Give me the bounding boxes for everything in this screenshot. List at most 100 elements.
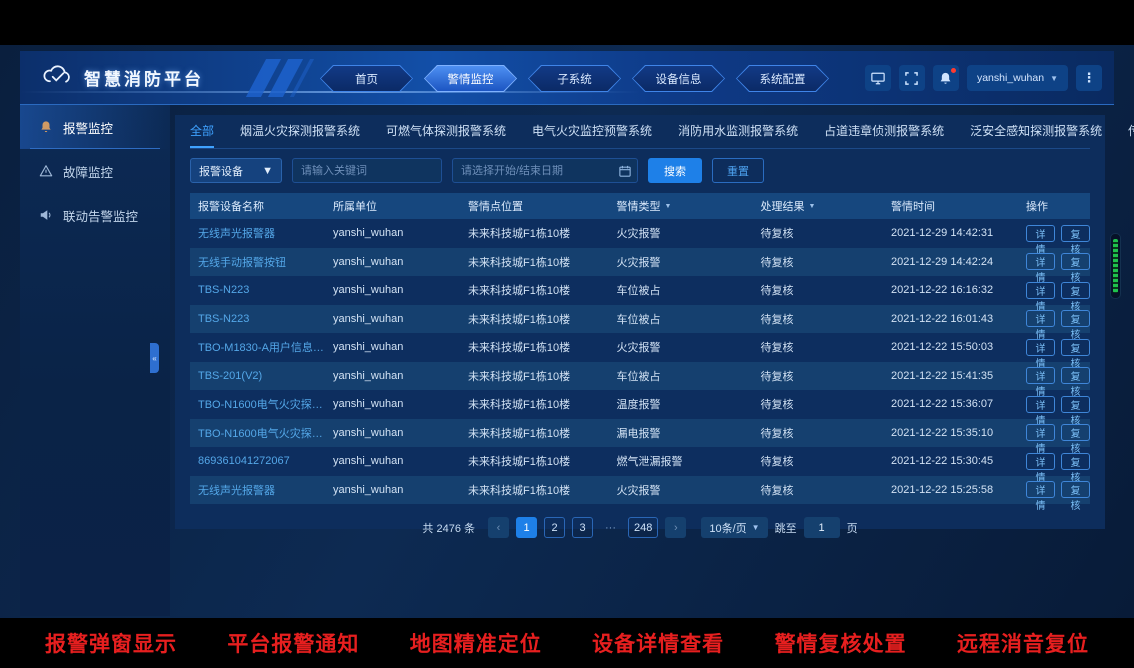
tab-road-occupation[interactable]: 占道违章侦测报警系统 (824, 122, 944, 148)
alarm-type-cell: 温度报警 (609, 396, 753, 412)
detail-button[interactable]: 详情 (1026, 396, 1055, 413)
row-actions: 详情复核 (1018, 253, 1090, 270)
column-header-label: 警情时间 (891, 198, 935, 214)
page-button-3[interactable]: 3 (572, 517, 593, 538)
review-button[interactable]: 复核 (1061, 424, 1090, 441)
filter-icon[interactable]: ▼ (809, 203, 816, 210)
nav-tab-alarm-monitor[interactable]: 警情监控 (424, 65, 517, 92)
next-page-button[interactable]: › (665, 517, 686, 538)
alarm-type-select-value: 报警设备 (199, 163, 243, 179)
page-button-248[interactable]: 248 (628, 517, 658, 538)
column-header: 警情类型▼ (609, 198, 753, 214)
cloud-logo-icon (42, 64, 74, 91)
nav-tab-bg: 系统配置 (737, 66, 828, 91)
nav-tab-system-config[interactable]: 系统配置 (736, 65, 829, 92)
date-range-input[interactable] (452, 158, 638, 183)
screen-icon[interactable] (865, 65, 891, 91)
detail-button[interactable]: 详情 (1026, 225, 1055, 242)
chevron-down-icon: ▼ (262, 165, 273, 177)
sidebar-item-linkage-alarm-monitor[interactable]: 联动告警监控 (20, 193, 170, 237)
device-name-link[interactable]: TBO-M1830-A用户信息传输系统(外部化) (190, 339, 325, 355)
location-cell: 未来科技城F1栋10楼 (460, 396, 609, 412)
result-cell: 待复核 (753, 339, 884, 355)
result-cell: 待复核 (753, 311, 884, 327)
review-button[interactable]: 复核 (1061, 481, 1090, 498)
review-button[interactable]: 复核 (1061, 396, 1090, 413)
unit-cell: yanshi_wuhan (325, 427, 460, 439)
filter-icon[interactable]: ▼ (665, 203, 672, 210)
tab-pan-safety[interactable]: 泛安全感知探测报警系统 (970, 122, 1102, 148)
device-name-link[interactable]: 无线声光报警器 (190, 482, 325, 498)
table-row: 869361041272067yanshi_wuhan未来科技城F1栋10楼燃气… (190, 447, 1090, 476)
reset-button[interactable]: 重置 (712, 158, 764, 183)
time-cell: 2021-12-29 14:42:31 (883, 227, 1018, 239)
notification-badge (950, 67, 957, 74)
header-actions: yanshi_wuhan ▼ ⋮ (865, 65, 1102, 91)
alarm-type-cell: 火灾报警 (609, 339, 753, 355)
device-name-link[interactable]: TBO-N1600电气火灾探测器-1 (190, 425, 325, 441)
tab-all[interactable]: 全部 (190, 122, 214, 148)
device-name-link[interactable]: TBO-N1600电气火灾探测器-1 (190, 396, 325, 412)
review-button[interactable]: 复核 (1061, 310, 1090, 327)
row-actions: 详情复核 (1018, 396, 1090, 413)
date-range-picker[interactable] (452, 158, 638, 183)
review-button[interactable]: 复核 (1061, 367, 1090, 384)
detail-button[interactable]: 详情 (1026, 253, 1055, 270)
nav-tab-label: 子系统 (557, 71, 592, 87)
fullscreen-icon[interactable] (899, 65, 925, 91)
table-row: 无线声光报警器yanshi_wuhan未来科技城F1栋10楼火灾报警待复核202… (190, 219, 1090, 248)
detail-button[interactable]: 详情 (1026, 453, 1055, 470)
tab-smoke-temp-fire[interactable]: 烟温火灾探测报警系统 (240, 122, 360, 148)
nav-tab-home[interactable]: 首页 (320, 65, 413, 92)
device-name-link[interactable]: 869361041272067 (190, 455, 325, 467)
search-button[interactable]: 搜索 (648, 158, 702, 183)
detail-button[interactable]: 详情 (1026, 282, 1055, 299)
review-button[interactable]: 复核 (1061, 453, 1090, 470)
sidebar-item-alarm-monitor[interactable]: 报警监控 (20, 105, 170, 149)
page-button-2[interactable]: 2 (544, 517, 565, 538)
detail-button[interactable]: 详情 (1026, 481, 1055, 498)
nav-tab-subsystem[interactable]: 子系统 (528, 65, 621, 92)
device-name-link[interactable]: TBS-201(V2) (190, 370, 325, 382)
bell-icon[interactable] (933, 65, 959, 91)
page-numbers: 123···248 (516, 517, 658, 538)
time-cell: 2021-12-22 15:35:10 (883, 427, 1018, 439)
user-menu[interactable]: yanshi_wuhan ▼ (967, 65, 1068, 91)
review-button[interactable]: 复核 (1061, 253, 1090, 270)
nav-tab-device-info[interactable]: 设备信息 (632, 65, 725, 92)
device-name-link[interactable]: 无线手动报警按钮 (190, 254, 325, 270)
keyword-input[interactable] (292, 158, 442, 183)
detail-button[interactable]: 详情 (1026, 424, 1055, 441)
more-icon[interactable]: ⋮ (1076, 65, 1102, 91)
detail-button[interactable]: 详情 (1026, 367, 1055, 384)
sidebar-collapse-handle[interactable]: « (150, 343, 159, 373)
table-header: 报警设备名称所属单位警情点位置警情类型▼处理结果▼警情时间操作 (190, 193, 1090, 219)
nav-tab-bg: 设备信息 (633, 66, 724, 91)
sidebar-item-fault-monitor[interactable]: 故障监控 (20, 149, 170, 193)
review-button[interactable]: 复核 (1061, 225, 1090, 242)
device-name-link[interactable]: TBS-N223 (190, 284, 325, 296)
tab-electrical-fire[interactable]: 电气火灾监控预警系统 (532, 122, 652, 148)
review-button[interactable]: 复核 (1061, 339, 1090, 356)
tab-fire-water[interactable]: 消防用水监测报警系统 (678, 122, 798, 148)
page-size-select[interactable]: 10条/页 ▼ (701, 517, 767, 538)
jump-page-input[interactable] (804, 517, 840, 538)
alarm-type-select[interactable]: 报警设备 ▼ (190, 158, 282, 183)
location-cell: 未来科技城F1栋10楼 (460, 311, 609, 327)
device-name-link[interactable]: TBS-N223 (190, 313, 325, 325)
detail-button[interactable]: 详情 (1026, 339, 1055, 356)
page-button-1[interactable]: 1 (516, 517, 537, 538)
tab-combustible-gas[interactable]: 可燃气体探测报警系统 (386, 122, 506, 148)
review-button[interactable]: 复核 (1061, 282, 1090, 299)
calendar-icon (619, 164, 631, 182)
column-header: 操作 (1018, 198, 1090, 214)
device-name-link[interactable]: 无线声光报警器 (190, 225, 325, 241)
column-header-label: 警情点位置 (468, 198, 523, 214)
prev-page-button[interactable]: ‹ (488, 517, 509, 538)
tab-traditional-fire[interactable]: 传统消防接入报警系统 (1128, 122, 1134, 148)
time-cell: 2021-12-22 15:30:45 (883, 455, 1018, 467)
jump-suffix: 页 (847, 520, 858, 536)
detail-button[interactable]: 详情 (1026, 310, 1055, 327)
location-cell: 未来科技城F1栋10楼 (460, 339, 609, 355)
scrollbar-indicator[interactable] (1110, 233, 1121, 299)
